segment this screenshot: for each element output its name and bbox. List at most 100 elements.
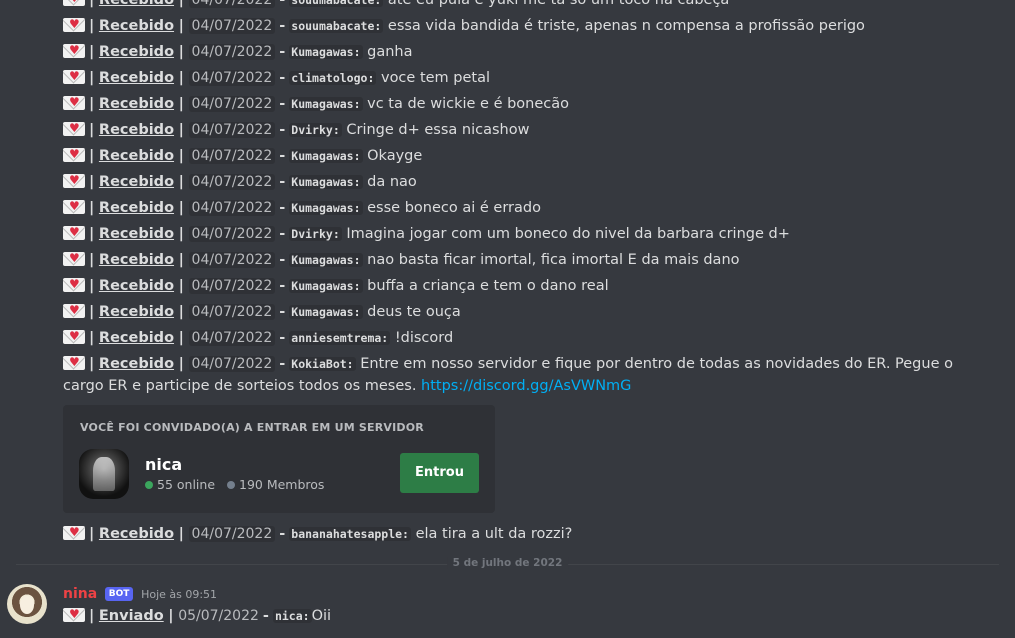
status-label[interactable]: Recebido (99, 148, 174, 164)
bot-log-line: | Recebido | 04/07/2022-KokiaBot: Entre … (63, 351, 995, 399)
message-timestamp: Hoje às 09:51 (141, 588, 218, 601)
log-username: anniesemtrema: (289, 331, 391, 345)
status-label[interactable]: Recebido (99, 356, 174, 372)
log-line: | Recebido | 04/07/2022-Kumagawas: vc ta… (63, 91, 995, 117)
log-text: voce tem petal (380, 70, 491, 86)
love-letter-icon (63, 278, 85, 292)
log-text: essa vida bandida é triste, apenas n com… (387, 18, 865, 34)
log-text: Cringe d+ essa nicashow (346, 122, 530, 138)
log-line: | Recebido | 04/07/2022-Kumagawas: ganha (63, 39, 995, 65)
status-label[interactable]: Recebido (99, 44, 174, 60)
log-text: Imagina jogar com um boneco do nivel da … (346, 226, 790, 242)
log-username: Kumagawas: (289, 305, 363, 319)
online-dot-icon (145, 481, 153, 489)
status-label[interactable]: Recebido (99, 226, 174, 242)
love-letter-icon (63, 356, 85, 370)
log-date: 04/07/2022 (188, 122, 276, 138)
status-label[interactable]: Recebido (99, 96, 174, 112)
log-username: nica: (272, 609, 312, 623)
status-label[interactable]: Recebido (99, 122, 174, 138)
love-letter-icon (63, 200, 85, 214)
love-letter-icon (63, 526, 85, 540)
log-text: ela tira a ult da rozzi? (415, 526, 573, 542)
love-letter-icon (63, 44, 85, 58)
invite-title: VOCÊ FOI CONVIDADO(A) A ENTRAR EM UM SER… (80, 421, 424, 434)
log-username: Kumagawas: (289, 201, 363, 215)
love-letter-icon (63, 70, 85, 84)
log-line: | Recebido | 04/07/2022-anniesemtrema: !… (63, 325, 995, 351)
love-letter-icon (63, 226, 85, 240)
log-date: 04/07/2022 (188, 0, 276, 8)
log-username: Kumagawas: (289, 175, 363, 189)
love-letter-icon (63, 330, 85, 344)
message-body: | Enviado | 05/07/2022-nica:Oii (63, 603, 331, 629)
status-label[interactable]: Recebido (99, 330, 174, 346)
members-dot-icon (227, 481, 235, 489)
status-label[interactable]: Recebido (99, 304, 174, 320)
love-letter-icon (63, 304, 85, 318)
log-text: vc ta de wickie e é bonecão (367, 96, 570, 112)
date-divider-label: 5 de julho de 2022 (446, 557, 569, 569)
message-feed: | Recebido | 04/07/2022-souumabacate: at… (63, 0, 995, 547)
log-text: nao basta ficar imortal, fica imortal E … (367, 252, 740, 268)
log-date: 04/07/2022 (188, 330, 276, 346)
love-letter-icon (63, 18, 85, 32)
love-letter-icon (63, 0, 85, 6)
log-username: Kumagawas: (289, 253, 363, 267)
log-username: Kumagawas: (289, 45, 363, 59)
log-line: | Recebido | 04/07/2022-bananahatesapple… (63, 521, 995, 547)
member-count: 190 Membros (239, 477, 325, 492)
log-line: | Recebido | 04/07/2022-Kumagawas: deus … (63, 299, 995, 325)
love-letter-icon (63, 122, 85, 136)
log-username: Kumagawas: (289, 97, 363, 111)
log-date: 04/07/2022 (188, 18, 276, 34)
message-list: | Recebido | 04/07/2022-souumabacate: at… (63, 0, 995, 351)
log-date: 04/07/2022 (188, 148, 276, 164)
log-text: esse boneco ai é errado (367, 200, 541, 216)
log-date: 04/07/2022 (188, 526, 276, 542)
server-stats: 55 online 190 Membros (145, 477, 324, 492)
log-line: | Recebido | 04/07/2022-Kumagawas: Okayg… (63, 143, 995, 169)
log-username: Dvirky: (289, 227, 342, 241)
status-label[interactable]: Recebido (99, 252, 174, 268)
avatar[interactable] (7, 584, 47, 624)
log-username: climatologo: (289, 71, 377, 85)
love-letter-icon (63, 174, 85, 188)
status-label[interactable]: Recebido (99, 200, 174, 216)
status-label[interactable]: Enviado (99, 608, 164, 624)
log-line: | Recebido | 04/07/2022-Dvirky: Cringe d… (63, 117, 995, 143)
server-invite-card: VOCÊ FOI CONVIDADO(A) A ENTRAR EM UM SER… (63, 405, 495, 513)
log-text: buffa a criança e tem o dano real (367, 278, 609, 294)
love-letter-icon (63, 608, 85, 622)
log-date: 04/07/2022 (188, 226, 276, 242)
log-date: 04/07/2022 (188, 278, 276, 294)
log-date: 04/07/2022 (188, 304, 276, 320)
status-label[interactable]: Recebido (99, 70, 174, 86)
log-username: souumabacate: (289, 19, 384, 33)
log-line: | Recebido | 04/07/2022-Kumagawas: buffa… (63, 273, 995, 299)
log-line: | Recebido | 04/07/2022-Kumagawas: da na… (63, 169, 995, 195)
love-letter-icon (63, 96, 85, 110)
author-name[interactable]: nina (63, 586, 97, 602)
status-label[interactable]: Recebido (99, 174, 174, 190)
status-label[interactable]: Recebido (99, 278, 174, 294)
log-text: da nao (367, 174, 417, 190)
server-icon[interactable] (79, 449, 129, 499)
status-label[interactable]: Recebido (99, 0, 174, 8)
log-username: KokiaBot: (289, 357, 356, 371)
log-line: | Recebido | 04/07/2022-Kumagawas: nao b… (63, 247, 995, 273)
love-letter-icon (63, 252, 85, 266)
log-line: | Recebido | 04/07/2022-climatologo: voc… (63, 65, 995, 91)
log-text: ate eu pula e yuki me ta so um toco na c… (387, 0, 730, 8)
log-line: | Recebido | 04/07/2022-souumabacate: es… (63, 13, 995, 39)
join-button[interactable]: Entrou (400, 453, 479, 493)
bot-tag: BOT (104, 587, 134, 601)
invite-link[interactable]: https://discord.gg/AsVWNmG (421, 378, 631, 394)
server-name[interactable]: nica (145, 455, 182, 474)
status-label[interactable]: Recebido (99, 18, 174, 34)
love-letter-icon (63, 148, 85, 162)
log-username: bananahatesapple: (289, 527, 411, 541)
log-date: 04/07/2022 (188, 44, 276, 60)
status-label[interactable]: Recebido (99, 526, 174, 542)
online-count: 55 online (157, 477, 216, 492)
